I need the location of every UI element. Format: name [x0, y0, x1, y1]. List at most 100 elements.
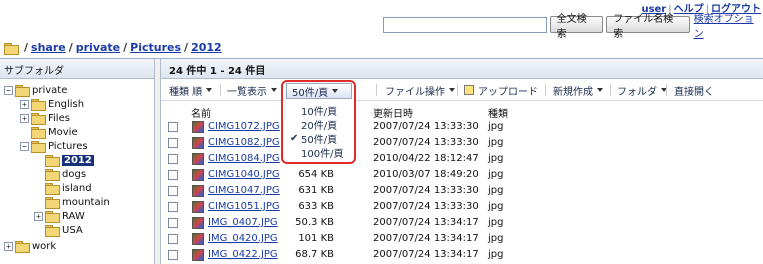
subfolder-title: サブフォルダ: [0, 59, 154, 79]
column-type[interactable]: 種類: [488, 105, 508, 120]
file-modified: 2007/07/24 13:33:30: [373, 137, 479, 148]
per-page-option-10[interactable]: 10件/頁: [286, 103, 352, 118]
per-page-option-50[interactable]: ✔ 50件/頁: [286, 131, 352, 146]
file-operations-label: ファイル操作: [385, 86, 445, 98]
search-bar: 全文検索 ファイル名検索 検索オプション: [383, 14, 763, 40]
table-row: CIMG1084.JPG 2010/04/22 18:12:47 jpg: [161, 151, 763, 167]
folder-icon: [31, 99, 46, 111]
file-modified: 2007/07/24 13:34:17: [373, 249, 479, 260]
expand-icon[interactable]: +: [4, 241, 13, 251]
file-type: jpg: [488, 121, 504, 132]
row-checkbox[interactable]: [168, 138, 178, 148]
row-checkbox[interactable]: [168, 218, 178, 228]
expand-icon[interactable]: +: [20, 113, 29, 123]
search-options-link[interactable]: 検索オプション: [694, 10, 763, 40]
breadcrumb-share[interactable]: share: [31, 41, 66, 54]
tree-item-label: RAW: [62, 210, 85, 222]
per-page-dropdown-highlight: 50件/頁 10件/頁 20件/頁 ✔ 50件/頁 100件/頁: [281, 80, 356, 164]
folder-icon: [31, 127, 46, 139]
file-size: 631 KB: [298, 185, 334, 196]
toolbar-divider: [666, 84, 667, 96]
upload-button[interactable]: アップロード: [464, 82, 538, 98]
folder-icon: [45, 183, 60, 195]
folder-label: フォルダ: [617, 86, 657, 98]
direct-open-button[interactable]: 直接開く: [674, 82, 714, 98]
tree-item-english[interactable]: + English: [20, 97, 84, 111]
file-modified: 2010/04/22 18:12:47: [373, 153, 479, 164]
file-size: 50.3 KB: [295, 217, 334, 228]
view-menu[interactable]: 一覧表示: [227, 82, 277, 98]
file-modified: 2007/07/24 13:33:30: [373, 121, 479, 132]
column-modified[interactable]: 更新日時: [373, 105, 413, 120]
tree-item-files[interactable]: + Files: [20, 111, 70, 125]
breadcrumb-private[interactable]: private: [76, 41, 120, 54]
search-input[interactable]: [383, 16, 547, 33]
row-checkbox[interactable]: [168, 186, 178, 196]
file-modified: 2007/07/24 13:34:17: [373, 217, 479, 228]
file-toolbar: 種類 順 一覧表示 ファイル操作 アップロード 新規作成 フォルダ 直接開く: [161, 79, 763, 101]
tree-item-private[interactable]: − private: [4, 83, 67, 97]
sort-menu[interactable]: 種類 順: [169, 82, 213, 98]
file-name-link[interactable]: CIMG1084.JPG: [208, 153, 280, 164]
table-row: CIMG1051.JPG 633 KB 2007/07/24 13:33:30 …: [161, 199, 763, 215]
tree-item-label: USA: [62, 224, 83, 236]
folder-icon: [45, 211, 60, 223]
per-page-option-label: 10件/頁: [301, 106, 338, 118]
folder-icon: [15, 241, 30, 253]
table-row: CIMG1040.JPG 654 KB 2010/03/07 18:49:20 …: [161, 167, 763, 183]
tree-item-2012[interactable]: 2012: [45, 153, 94, 167]
per-page-option-label: 50件/頁: [301, 134, 338, 146]
tree-item-work[interactable]: + work: [4, 239, 56, 253]
tree-item-island[interactable]: island: [45, 181, 92, 195]
per-page-option-20[interactable]: 20件/頁: [286, 117, 352, 132]
per-page-option-100[interactable]: 100件/頁: [286, 145, 352, 160]
tree-item-movie[interactable]: Movie: [31, 125, 78, 139]
breadcrumb-2012[interactable]: 2012: [191, 41, 222, 54]
file-modified: 2007/07/24 13:33:30: [373, 185, 479, 196]
result-count: 24 件中 1 - 24 件目: [161, 59, 763, 79]
file-modified: 2010/03/07 18:49:20: [373, 169, 479, 180]
file-type: jpg: [488, 185, 504, 196]
image-file-icon: [192, 153, 204, 165]
filename-search-button[interactable]: ファイル名検索: [606, 14, 690, 40]
tree-item-raw[interactable]: + RAW: [34, 209, 85, 223]
tree-item-label: English: [48, 98, 85, 110]
tree-item-pictures[interactable]: − Pictures: [20, 139, 88, 153]
row-checkbox[interactable]: [168, 170, 178, 180]
row-checkbox[interactable]: [168, 154, 178, 164]
row-checkbox[interactable]: [168, 234, 178, 244]
collapse-icon[interactable]: −: [4, 85, 13, 95]
per-page-menu-button[interactable]: 50件/頁: [286, 83, 352, 99]
tree-item-mountain[interactable]: mountain: [45, 195, 110, 209]
dropdown-arrow-icon: [449, 88, 455, 92]
column-name[interactable]: 名前: [191, 105, 211, 120]
file-name-link[interactable]: CIMG1072.JPG: [208, 121, 280, 132]
tree-item-dogs[interactable]: dogs: [45, 167, 86, 181]
tree-item-label: Pictures: [48, 140, 88, 152]
file-modified: 2007/07/24 13:34:17: [373, 233, 479, 244]
row-checkbox[interactable]: [168, 250, 178, 260]
toolbar-divider: [610, 84, 611, 96]
toolbar-divider: [545, 84, 546, 96]
tree-item-usa[interactable]: USA: [45, 223, 83, 237]
folder-icon: [45, 225, 60, 237]
upload-label: アップロード: [478, 86, 538, 98]
dropdown-arrow-icon: [206, 88, 213, 92]
expand-icon[interactable]: +: [20, 99, 29, 109]
row-checkbox[interactable]: [168, 202, 178, 212]
folder-menu[interactable]: フォルダ: [617, 82, 667, 98]
tree-item-label-selected: 2012: [62, 154, 94, 166]
file-operations-menu[interactable]: ファイル操作: [385, 82, 455, 98]
new-label: 新規作成: [553, 86, 593, 98]
new-menu[interactable]: 新規作成: [553, 82, 603, 98]
file-name-link[interactable]: CIMG1082.JPG: [208, 137, 280, 148]
table-row: CIMG1072.JPG 2007/07/24 13:33:30 jpg: [161, 119, 763, 135]
expand-icon[interactable]: +: [34, 211, 43, 221]
breadcrumb-pictures[interactable]: Pictures: [130, 41, 181, 54]
folder-icon: [4, 42, 19, 55]
image-file-icon: [192, 185, 204, 197]
dropdown-arrow-icon: [271, 88, 277, 92]
row-checkbox[interactable]: [168, 122, 178, 132]
fulltext-search-button[interactable]: 全文検索: [549, 14, 604, 40]
collapse-icon[interactable]: −: [20, 141, 29, 151]
